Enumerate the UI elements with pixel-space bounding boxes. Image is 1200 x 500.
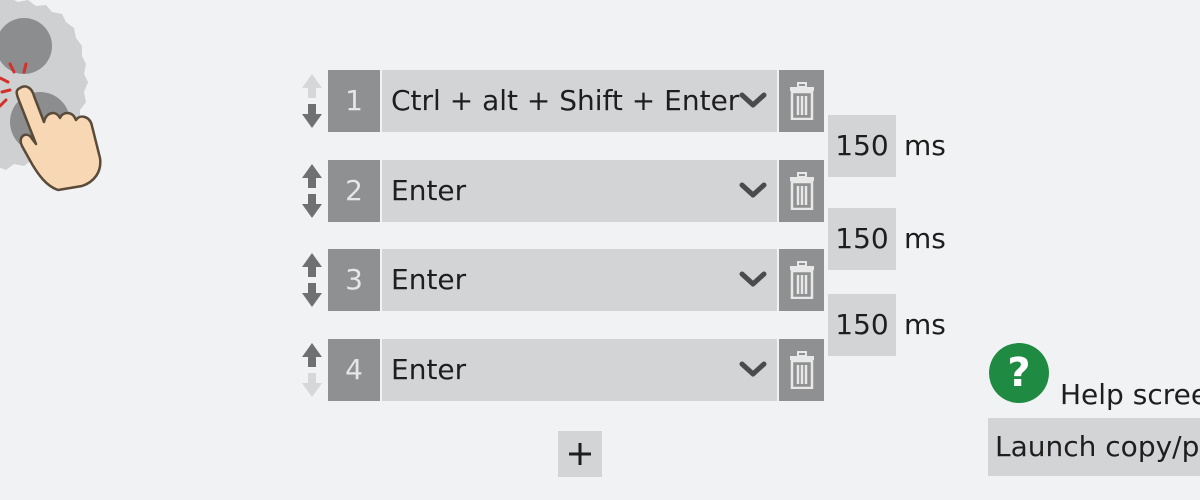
delay-field: 150 ms <box>828 294 998 356</box>
delay-input[interactable]: 150 <box>828 208 896 270</box>
add-step-button[interactable] <box>558 431 602 477</box>
trash-icon <box>790 82 814 120</box>
step-number: 2 <box>328 160 380 222</box>
move-down-icon <box>302 373 322 397</box>
move-up-icon <box>302 74 322 98</box>
key-dropdown[interactable]: Enter <box>382 339 777 401</box>
chevron-down-icon <box>739 182 767 198</box>
move-up-icon <box>302 253 322 277</box>
trash-icon <box>790 172 814 210</box>
delay-unit-label: ms <box>904 222 946 255</box>
reorder-arrows-icon[interactable] <box>298 339 326 401</box>
move-down-icon <box>302 283 322 307</box>
chevron-down-icon <box>739 271 767 287</box>
step-number: 4 <box>328 339 380 401</box>
delete-step-button[interactable] <box>779 339 824 401</box>
move-down-icon <box>302 194 322 218</box>
delay-unit-label: ms <box>904 308 946 341</box>
key-dropdown-value: Ctrl + alt + Shift + Enter <box>391 84 740 117</box>
key-dropdown-value: Enter <box>391 174 467 207</box>
delete-step-button[interactable] <box>779 70 824 132</box>
delay-unit-label: ms <box>904 129 946 162</box>
sequence-step: 1 Ctrl + alt + Shift + Enter <box>298 70 838 132</box>
touch-gesture-illustration <box>0 0 102 192</box>
sequence-step: 4 Enter <box>298 339 838 401</box>
reorder-arrows-icon[interactable] <box>298 249 326 311</box>
plus-icon <box>569 443 591 465</box>
sequence-step: 2 Enter <box>298 160 838 222</box>
move-up-icon <box>302 164 322 188</box>
key-sequence-list: 1 Ctrl + alt + Shift + Enter 2 Enter 3 E… <box>298 70 838 410</box>
key-dropdown[interactable]: Enter <box>382 160 777 222</box>
chevron-down-icon <box>739 92 767 108</box>
reorder-arrows-icon[interactable] <box>298 70 326 132</box>
key-dropdown[interactable]: Ctrl + alt + Shift + Enter <box>382 70 777 132</box>
trash-icon <box>790 261 814 299</box>
step-number: 3 <box>328 249 380 311</box>
reorder-arrows-icon[interactable] <box>298 160 326 222</box>
chevron-down-icon <box>739 361 767 377</box>
key-dropdown-value: Enter <box>391 353 467 386</box>
delay-field: 150 ms <box>828 115 998 177</box>
key-dropdown-value: Enter <box>391 263 467 296</box>
step-number: 1 <box>328 70 380 132</box>
sequence-step: 3 Enter <box>298 249 838 311</box>
launch-button-label: Launch copy/paste <box>995 430 1200 463</box>
delay-field: 150 ms <box>828 208 998 270</box>
move-up-icon <box>302 343 322 367</box>
delete-step-button[interactable] <box>779 160 824 222</box>
key-dropdown[interactable]: Enter <box>382 249 777 311</box>
delete-step-button[interactable] <box>779 249 824 311</box>
help-question-icon[interactable]: ? <box>989 343 1049 403</box>
help-screen-link[interactable]: Help screen <box>1060 372 1200 418</box>
launch-copy-paste-button[interactable]: Launch copy/paste <box>988 418 1200 476</box>
delay-input[interactable]: 150 <box>828 294 896 356</box>
move-down-icon <box>302 104 322 128</box>
delay-input[interactable]: 150 <box>828 115 896 177</box>
trash-icon <box>790 351 814 389</box>
